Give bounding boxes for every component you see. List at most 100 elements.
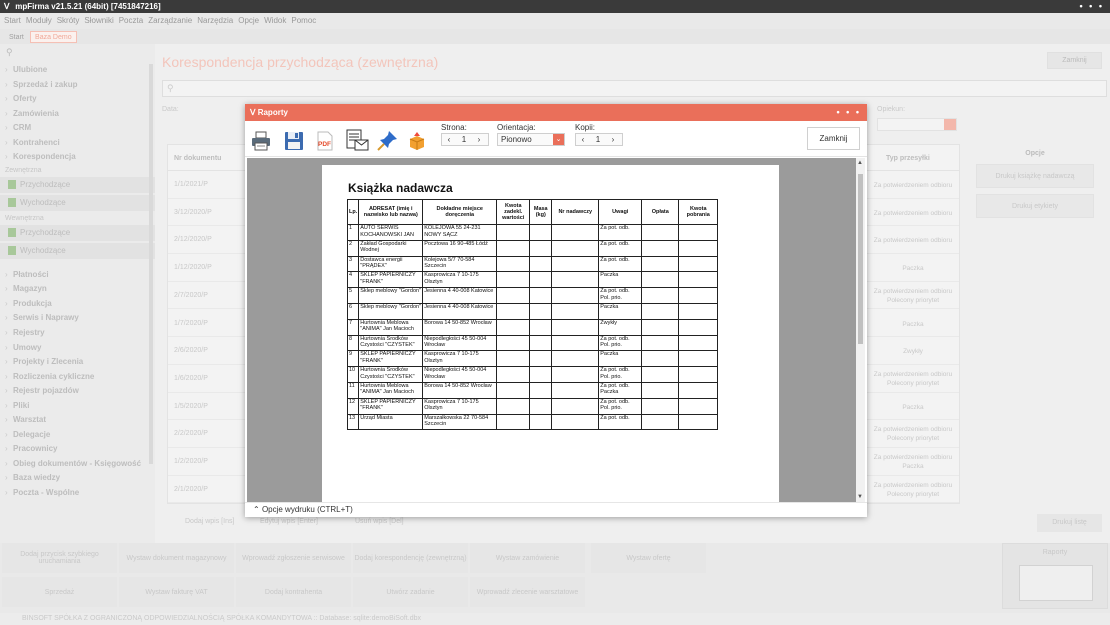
reports-tile[interactable]: Raporty [1002, 543, 1108, 609]
menu-item-6[interactable]: Narzędzia [197, 16, 233, 25]
menu-item-1[interactable]: Moduły [26, 16, 52, 25]
copies-spinner[interactable]: ‹ 1 › [575, 133, 623, 146]
page-spinner[interactable]: ‹ 1 › [441, 133, 489, 146]
pin-icon[interactable] [377, 129, 399, 151]
sidebar-item-4[interactable]: › CRM [0, 121, 155, 136]
create-task-button[interactable]: Utwórz zadanie [353, 577, 468, 607]
sidebar-item-b-11[interactable]: › Delegacje [0, 428, 155, 443]
menu-item-7[interactable]: Opcje [238, 16, 259, 25]
add-correspondence-button[interactable]: Dodaj korespondencję (zewnętrzną) [353, 543, 468, 573]
orientation-value: Pionowo [501, 135, 532, 144]
menu-item-2[interactable]: Skróty [57, 16, 80, 25]
menu-item-8[interactable]: Widok [264, 16, 286, 25]
sidebar-item-b-7[interactable]: › Rozliczenia cykliczne [0, 370, 155, 385]
chevron-down-icon[interactable] [944, 119, 956, 130]
report-cell: 5 [346, 287, 360, 304]
dialog-close-button[interactable]: Zamknij [807, 127, 860, 150]
create-offer-button[interactable]: Wystaw ofertę [591, 543, 706, 573]
opiekun-select[interactable] [877, 118, 957, 131]
print-book-button[interactable]: Drukuj książkę nadawczą [976, 164, 1094, 188]
vat-invoice-button[interactable]: Wystaw fakturę VAT [119, 577, 234, 607]
menu-item-0[interactable]: Start [4, 16, 21, 25]
dialog-logo-icon: ᐯ [250, 108, 258, 117]
sidebar-subitem-int-1[interactable]: Wychodzące [0, 242, 155, 259]
save-icon[interactable] [284, 131, 304, 151]
row-nr: 1/6/2020/P [174, 374, 208, 382]
sidebar-search-icon[interactable]: ⚲ [0, 44, 155, 63]
sidebar-item-b-3[interactable]: › Serwis i Naprawy [0, 311, 155, 326]
service-ticket-button[interactable]: Wprowadź zgłoszenie serwisowe [236, 543, 351, 573]
report-cell: Hurtownia Środków Czystości "CZYSTEK" [358, 334, 424, 352]
main-search-input[interactable]: ⚲ [162, 80, 1107, 97]
create-order-button[interactable]: Wystaw zamówienie [470, 543, 585, 573]
report-cell [641, 350, 680, 368]
print-labels-button[interactable]: Drukuj etykiety [976, 194, 1094, 218]
sales-button[interactable]: Sprzedaż [2, 577, 117, 607]
menu-item-9[interactable]: Pomoc [291, 16, 316, 25]
sidebar-item-3[interactable]: › Zamówienia [0, 107, 155, 122]
app-title: mpFirma v21.5.21 (64bit) [7451847216] [15, 2, 161, 11]
column-header-typ[interactable]: Typ przesyłki [886, 155, 930, 162]
print-preview-area[interactable]: Książka nadawcza Lp. ADRESAT (imię i nazw… [247, 158, 856, 502]
chevron-down-icon[interactable]: ⌄ [553, 134, 564, 145]
orientation-select[interactable]: Pionowo ⌄ [497, 133, 565, 146]
sidebar-item-b-10[interactable]: › Warsztat [0, 413, 155, 428]
add-contractor-button[interactable]: Dodaj kontrahenta [236, 577, 351, 607]
delete-entry-button[interactable]: Usuń wpis [Del] [355, 518, 404, 525]
sidebar-subitem-int-0[interactable]: Przychodzące [0, 224, 155, 241]
report-cell: Urząd Miasta [358, 413, 424, 431]
sidebar-item-6[interactable]: › Korespondencja [0, 150, 155, 165]
print-list-button[interactable]: Drukuj listę [1037, 514, 1102, 532]
sidebar-subitem-ext-1[interactable]: Wychodzące [0, 194, 155, 211]
sidebar-item-b-14[interactable]: › Baza wiedzy [0, 471, 155, 486]
sidebar-item-b-15[interactable]: › Poczta - Wspólne [0, 486, 155, 501]
sidebar-item-b-2[interactable]: › Produkcja [0, 297, 155, 312]
menu-item-5[interactable]: Zarządzanie [148, 16, 192, 25]
sidebar-item-b-1[interactable]: › Magazyn [0, 282, 155, 297]
email-report-icon[interactable] [345, 129, 369, 151]
chevron-right-icon: › [5, 137, 8, 147]
page-next-icon[interactable]: › [472, 134, 486, 145]
tab-start[interactable]: Start [5, 32, 28, 44]
sidebar-item-0[interactable]: › Ulubione [0, 63, 155, 78]
sidebar-item-1[interactable]: › Sprzedaż i zakup [0, 78, 155, 93]
tab-baza-demo[interactable]: Baza Demo [30, 31, 77, 43]
scroll-up-icon[interactable]: ▲ [857, 160, 863, 166]
preview-scrollbar[interactable]: ▲ ▼ [856, 158, 865, 502]
workshop-order-button[interactable]: Wprowadź zlecenie warsztatowe [470, 577, 585, 607]
menu-item-4[interactable]: Poczta [119, 16, 143, 25]
sidebar-subitem-ext-0[interactable]: Przychodzące [0, 176, 155, 193]
pdf-export-icon[interactable]: PDF [315, 131, 335, 151]
copies-prev-icon[interactable]: ‹ [576, 134, 590, 145]
scroll-down-icon[interactable]: ▼ [857, 494, 863, 500]
add-entry-button[interactable]: Dodaj wpis [Ins] [185, 518, 234, 525]
sidebar-item-b-5[interactable]: › Umowy [0, 341, 155, 356]
sidebar-item-label: Produkcja [13, 298, 52, 308]
copies-next-icon[interactable]: › [606, 134, 620, 145]
main-close-button[interactable]: Zamknij [1047, 52, 1102, 69]
dialog-menu-icon[interactable]: • • • [837, 104, 861, 121]
sidebar-scrollbar[interactable] [149, 64, 153, 464]
scroll-thumb[interactable] [858, 174, 863, 344]
sidebar-item-b-0[interactable]: › Płatności [0, 268, 155, 283]
column-header-nr[interactable]: Nr dokumentu [174, 155, 221, 162]
printer-icon[interactable] [251, 131, 271, 151]
sidebar-item-5[interactable]: › Kontrahenci [0, 136, 155, 151]
add-quick-button[interactable]: Dodaj przycisk szybkiego uruchamiania [2, 543, 117, 573]
sidebar-item-b-12[interactable]: › Pracownicy [0, 442, 155, 457]
sidebar-item-b-8[interactable]: › Rejestr pojazdów [0, 384, 155, 399]
print-options-toggle[interactable]: ⌃ Opcje wydruku (CTRL+T) [245, 502, 867, 517]
sidebar-item-b-9[interactable]: › Pliki [0, 399, 155, 414]
window-menu-icon[interactable]: • • • [1080, 0, 1104, 13]
edit-entry-button[interactable]: Edytuj wpis [Enter] [260, 518, 318, 525]
menu-item-3[interactable]: Słowniki [84, 16, 113, 25]
sidebar-item-b-4[interactable]: › Rejestry [0, 326, 155, 341]
sidebar-item-2[interactable]: › Oferty [0, 92, 155, 107]
page-prev-icon[interactable]: ‹ [442, 134, 456, 145]
sidebar-item-label: Pracownicy [13, 444, 58, 454]
sidebar-item-b-13[interactable]: › Obieg dokumentów - Księgowość [0, 457, 155, 472]
package-icon[interactable] [407, 131, 427, 151]
warehouse-document-button[interactable]: Wystaw dokument magazynowy [119, 543, 234, 573]
page-label: Strona: [441, 123, 467, 132]
sidebar-item-b-6[interactable]: › Projekty i Zlecenia [0, 355, 155, 370]
